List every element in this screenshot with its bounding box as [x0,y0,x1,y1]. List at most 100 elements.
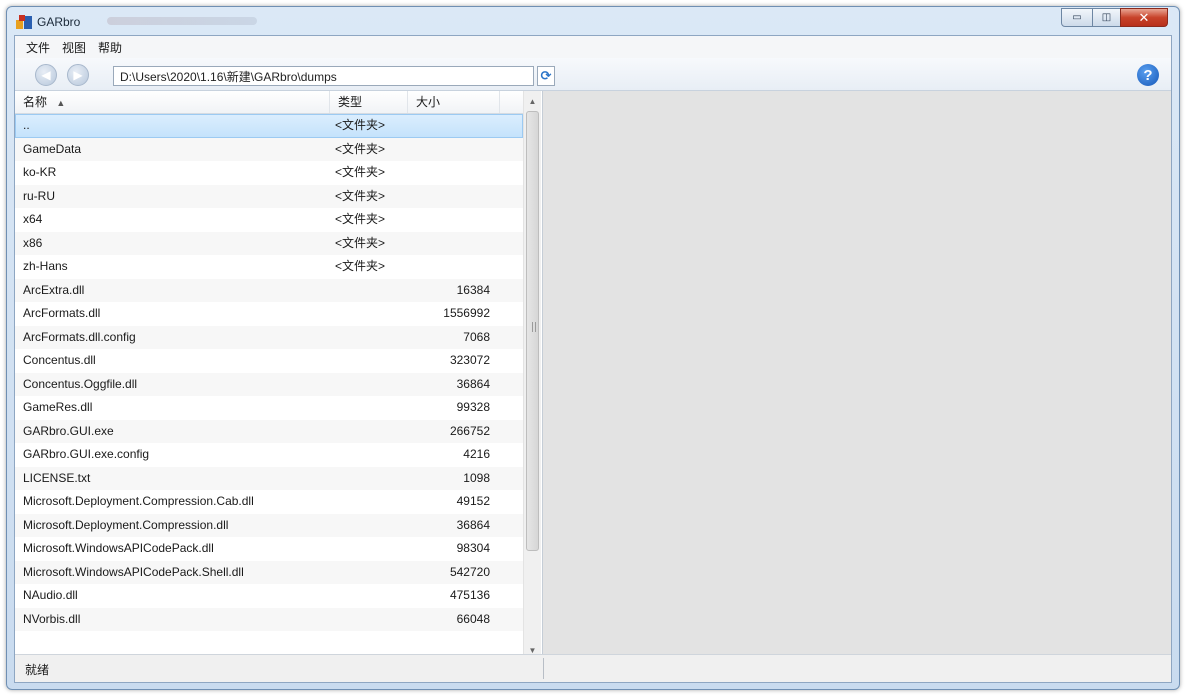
menu-help[interactable]: 帮助 [95,39,131,56]
table-row[interactable]: zh-Hans <文件夹> [15,255,523,279]
row-name: ArcFormats.dll [23,306,101,320]
client-area: 文件 视图 帮助 ◀ ▶ ⟳ ? 名称 ▲ [14,35,1172,683]
toolbar: ◀ ▶ ⟳ ? [15,58,1171,91]
close-icon: ✕ [1138,9,1150,25]
table-row[interactable]: ArcFormats.dll.config 7068 [15,325,523,349]
row-name: ArcFormats.dll.config [23,329,136,344]
column-type-label: 类型 [338,95,363,109]
row-size: 475136 [449,588,490,602]
scroll-thumb[interactable] [526,111,539,551]
column-name-label: 名称 [23,95,48,109]
table-row[interactable]: NAudio.dll 475136 [15,584,523,608]
column-size-label: 大小 [416,95,441,109]
forward-arrow-icon: ▶ [73,68,83,82]
row-name: GameData [23,141,82,156]
row-size: 266752 [449,423,490,438]
table-row[interactable]: ru-RU <文件夹> [15,184,523,208]
table-row[interactable]: Microsoft.WindowsAPICodePack.Shell.dll 54… [15,560,523,584]
table-row[interactable]: LICENSE.txt 1098 [15,466,523,490]
row-name: x86 [23,235,43,250]
close-button[interactable]: ✕ [1120,8,1168,27]
column-header-name[interactable]: 名称 ▲ [15,91,330,113]
row-type: <文件夹> [335,141,386,156]
file-list-pane: 名称 ▲ 类型 大小 .. <文件夹> GameData <文件夹> ko-KR <文… [15,91,543,659]
table-row[interactable]: ArcFormats.dll 1556992 [15,302,523,326]
table-row[interactable]: Microsoft.Deployment.Compression.Cab.dll… [15,490,523,514]
row-name: NAudio.dll [23,588,78,602]
title-bar[interactable]: GARbro ▭ ◫ ✕ [7,7,1179,35]
list-vertical-scrollbar[interactable]: ▲ ▼ [523,91,541,659]
row-name: Microsoft.Deployment.Compression.dll [23,517,229,532]
preview-pane [543,91,1171,659]
row-type: <文件夹> [335,212,386,226]
table-row[interactable]: GARbro.GUI.exe.config 4216 [15,443,523,467]
table-row[interactable]: NVorbis.dll 66048 [15,607,523,631]
sort-ascending-icon: ▲ [56,98,66,108]
table-row[interactable]: Microsoft.WindowsAPICodePack.dll 98304 [15,537,523,561]
back-button[interactable]: ◀ [35,64,57,86]
menu-view[interactable]: 视图 [59,39,95,56]
row-size: 542720 [449,564,490,579]
row-size: 1556992 [443,306,490,320]
row-name: LICENSE.txt [23,470,91,485]
maximize-icon: ◫ [1101,12,1112,23]
row-size: 98304 [456,541,490,555]
minimize-icon: ▭ [1072,12,1082,23]
column-header-type[interactable]: 类型 [330,91,408,113]
status-bar: 就绪 [15,654,1171,682]
row-name: GARbro.GUI.exe [23,423,114,438]
scroll-up-button[interactable]: ▲ [524,93,541,110]
maximize-button[interactable]: ◫ [1092,8,1121,27]
list-header: 名称 ▲ 类型 大小 [15,91,523,114]
table-row[interactable]: GARbro.GUI.exe 266752 [15,419,523,443]
row-type: <文件夹> [335,235,386,250]
table-row[interactable]: x86 <文件夹> [15,231,523,255]
table-row[interactable]: ko-KR <文件夹> [15,161,523,185]
row-size: 49152 [456,494,490,508]
table-row[interactable]: GameData <文件夹> [15,137,523,161]
row-type: <文件夹> [335,188,386,203]
status-divider [543,658,544,679]
row-size: 36864 [456,517,490,532]
table-row[interactable]: Concentus.dll 323072 [15,349,523,373]
row-type: <文件夹> [335,259,386,273]
scroll-grip-icon [532,322,536,332]
row-size: 16384 [456,282,490,297]
file-list-rows: .. <文件夹> GameData <文件夹> ko-KR <文件夹> ru-RU <文… [15,114,523,631]
row-name: Concentus.dll [23,353,96,367]
row-name: .. [23,118,30,132]
table-row[interactable]: ArcExtra.dll 16384 [15,278,523,302]
row-size: 1098 [463,470,490,485]
table-row[interactable]: x64 <文件夹> [15,208,523,232]
minimize-button[interactable]: ▭ [1061,8,1093,27]
table-row[interactable]: .. <文件夹> [15,114,523,138]
help-button[interactable]: ? [1137,64,1159,86]
row-name: GARbro.GUI.exe.config [23,447,150,461]
column-header-size[interactable]: 大小 [408,91,500,113]
table-row[interactable]: Concentus.Oggfile.dll 36864 [15,372,523,396]
row-name: ru-RU [23,188,55,203]
refresh-icon: ⟳ [540,68,552,83]
table-row[interactable]: GameRes.dll 99328 [15,396,523,420]
row-name: zh-Hans [23,259,68,273]
title-redacted-area [107,17,257,25]
row-size: 4216 [463,447,490,461]
row-name: Microsoft.Deployment.Compression.Cab.dll [23,494,254,508]
back-arrow-icon: ◀ [41,68,51,82]
table-row[interactable]: Microsoft.Deployment.Compression.dll 3686… [15,513,523,537]
row-name: ArcExtra.dll [23,282,85,297]
help-icon: ? [1143,66,1153,84]
row-name: x64 [23,212,43,226]
row-name: ko-KR [23,165,57,179]
menu-file[interactable]: 文件 [23,39,59,56]
row-size: 99328 [456,400,490,414]
scroll-up-icon: ▲ [528,97,537,106]
garbro-app-icon [16,15,32,29]
path-input[interactable] [113,66,534,86]
status-text: 就绪 [25,663,50,677]
refresh-button[interactable]: ⟳ [537,66,555,86]
row-type: <文件夹> [335,165,386,179]
row-name: Concentus.Oggfile.dll [23,376,138,391]
row-name: GameRes.dll [23,400,93,414]
forward-button[interactable]: ▶ [67,64,89,86]
